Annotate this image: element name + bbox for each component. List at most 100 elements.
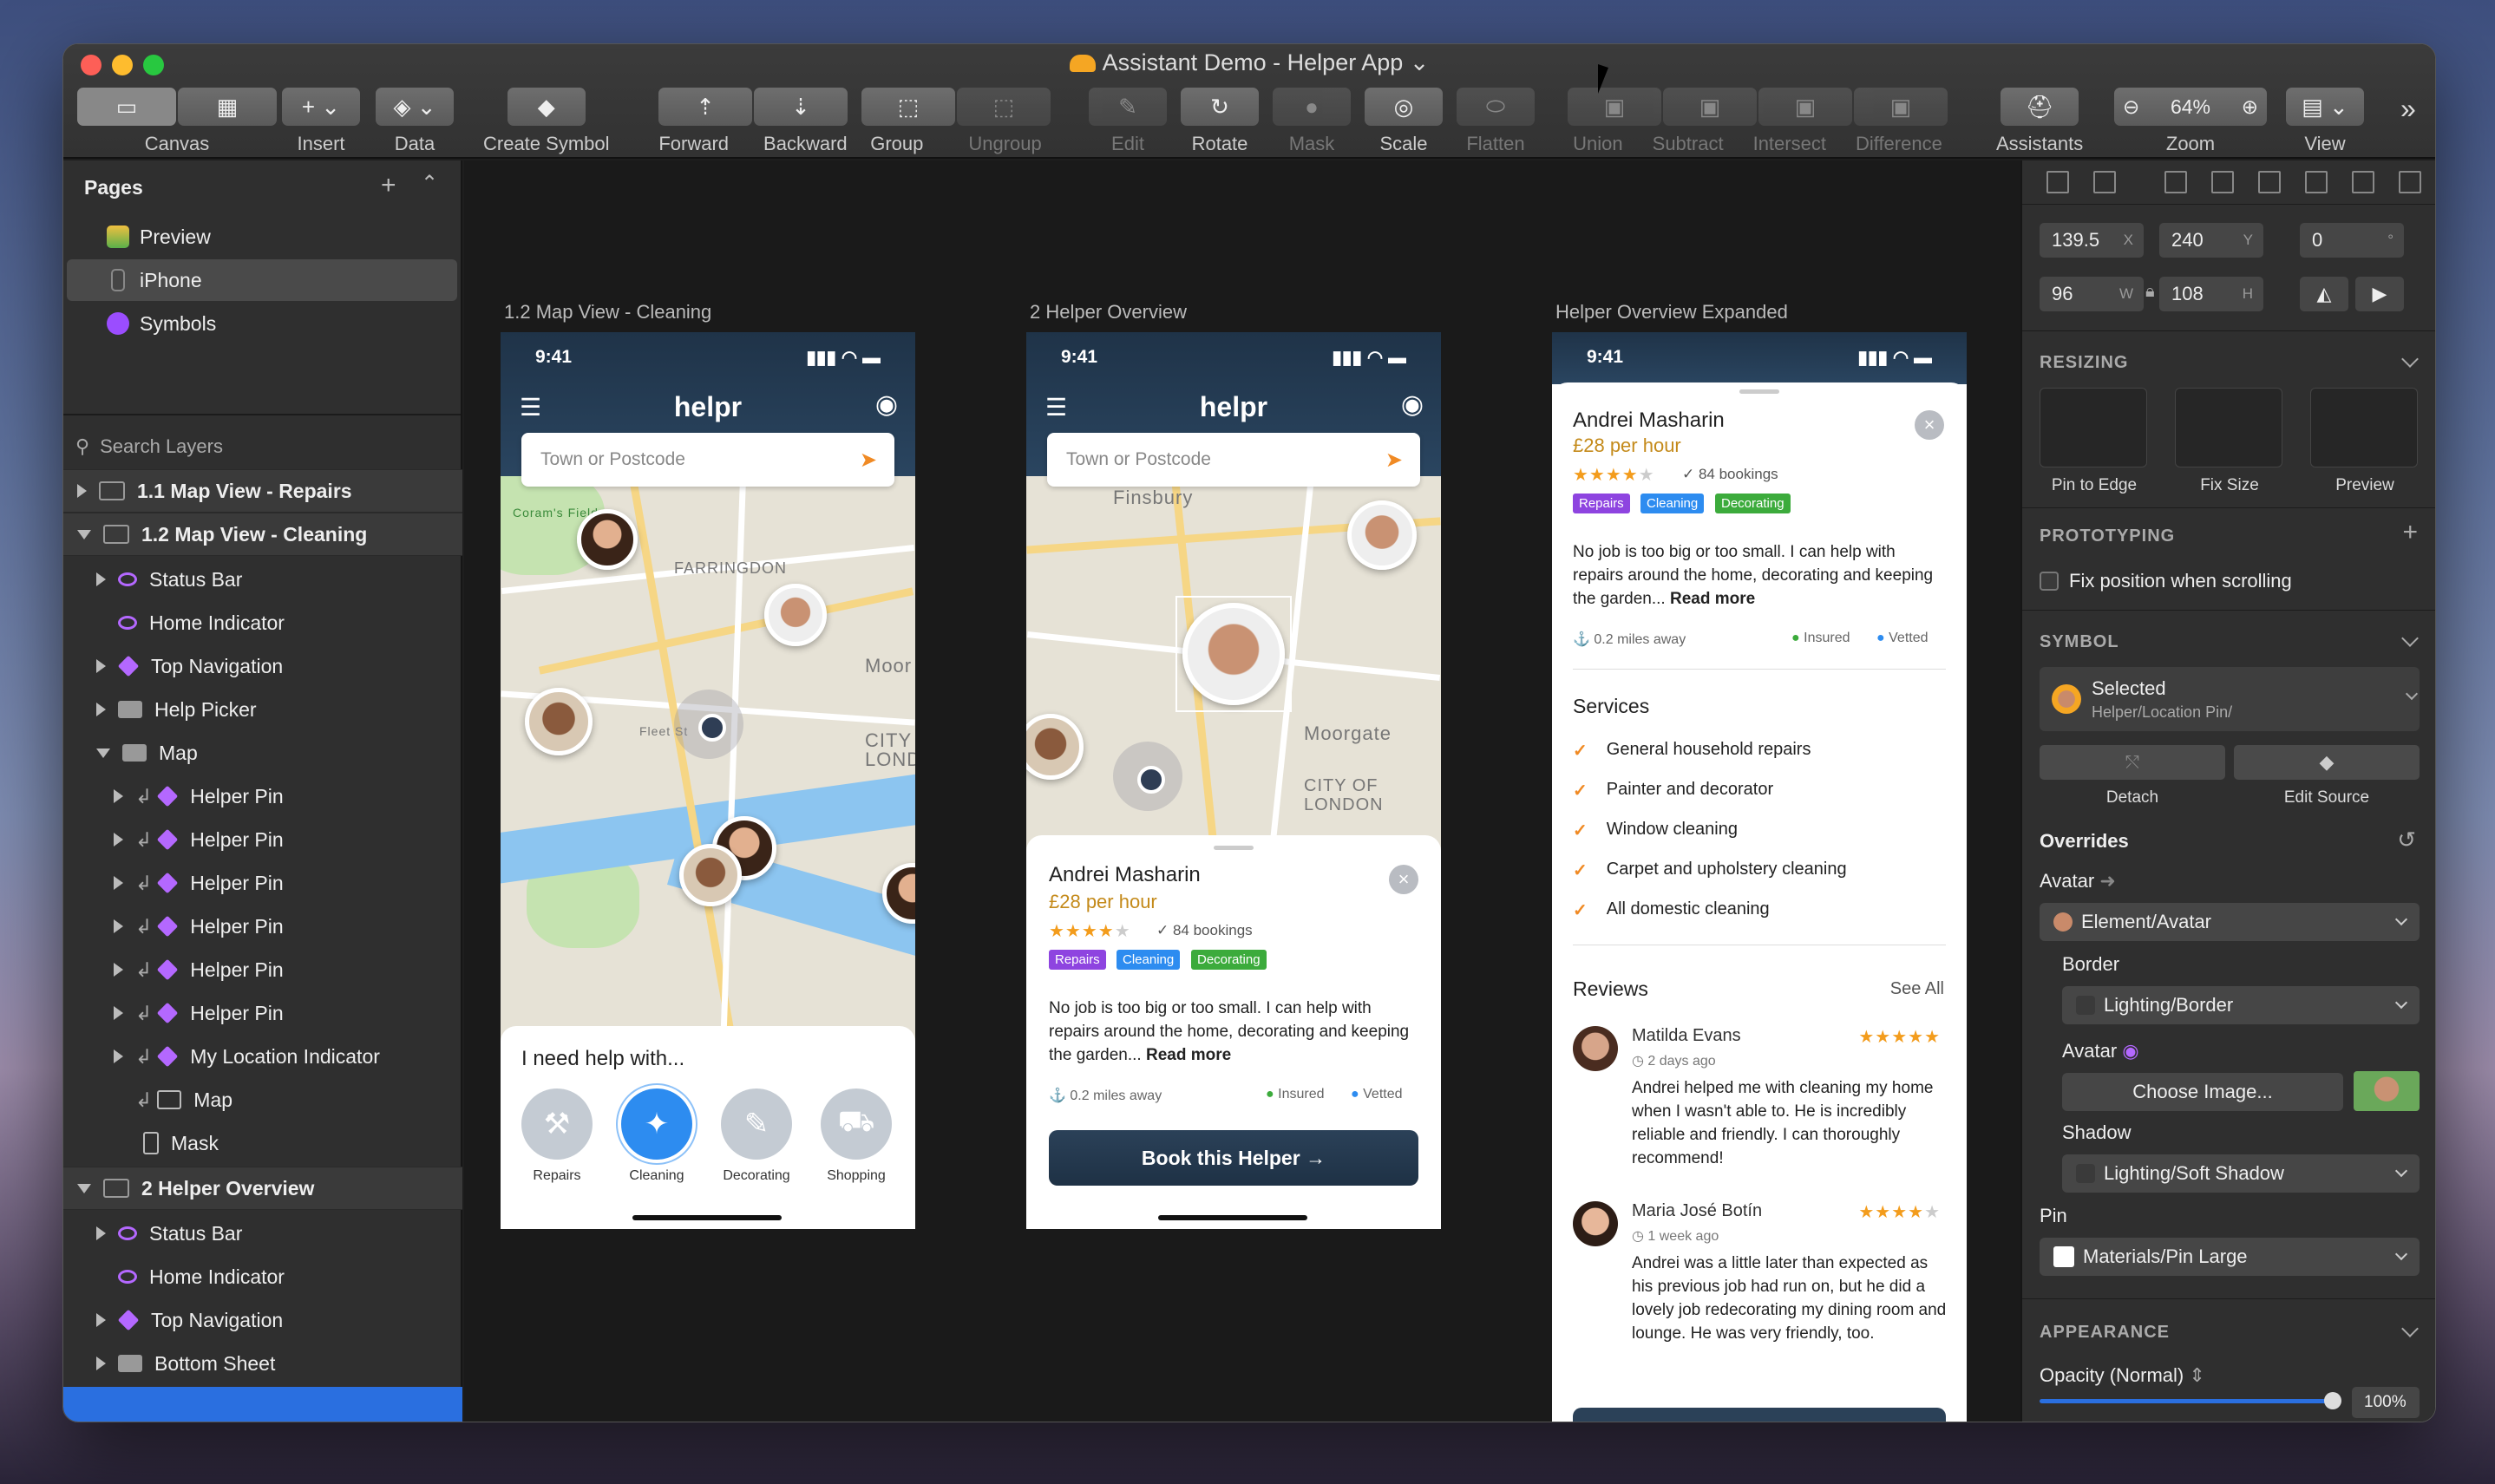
page-iphone[interactable]: iPhone [67, 259, 457, 301]
sheet-handle[interactable] [1214, 846, 1254, 850]
add-page-icon[interactable]: + [381, 171, 396, 200]
zoom-in-icon[interactable]: ⊕ [2242, 95, 2258, 119]
align-center-icon[interactable] [2352, 171, 2374, 193]
intersect-button[interactable]: ▣ [1758, 88, 1852, 126]
page-symbols[interactable]: Symbols [67, 303, 457, 344]
layer-row[interactable]: Map [63, 731, 462, 775]
artboard-helper-expanded[interactable]: 9:41 ▮▮▮ ◠ ▬ Andrei Masharin £28 per hour… [1552, 332, 1967, 1422]
helper-pin[interactable] [679, 844, 742, 906]
chevron-down-icon[interactable] [2401, 1320, 2419, 1337]
helper-pin[interactable] [577, 509, 638, 570]
canvas[interactable]: 1.2 Map View - Cleaning 2 Helper Overvie… [464, 160, 2020, 1422]
disclosure-icon[interactable] [114, 833, 123, 847]
disclosure-icon[interactable] [96, 659, 106, 673]
locate-arrow-icon[interactable]: ➤ [860, 448, 877, 473]
book-helper-button[interactable] [1573, 1408, 1946, 1422]
backward-button[interactable]: ⇣ [754, 88, 848, 126]
page-preview[interactable]: Preview [67, 216, 457, 258]
layer-row[interactable]: ↲ My Location Indicator [63, 1035, 462, 1078]
layer-row[interactable]: Top Navigation [63, 1298, 462, 1342]
close-icon[interactable]: × [1915, 410, 1944, 440]
artboard-title[interactable]: 1.2 Map View - Cleaning [504, 301, 711, 324]
layer-row[interactable]: Status Bar [63, 558, 462, 601]
disclosure-icon[interactable] [77, 1183, 91, 1193]
read-more-link[interactable]: Read more [1146, 1046, 1231, 1064]
flatten-button[interactable]: ⬭ [1457, 88, 1535, 126]
lock-icon[interactable]: 🔒︎ [2145, 282, 2155, 302]
layer-row[interactable]: Help Picker [63, 688, 462, 731]
category-cleaning[interactable]: ✦ Cleaning [618, 1088, 696, 1184]
scale-button[interactable]: ◎ [1365, 88, 1443, 126]
sheet-handle[interactable] [1739, 389, 1779, 394]
difference-button[interactable]: ▣ [1854, 88, 1948, 126]
book-helper-button[interactable]: Book this Helper → [1049, 1130, 1418, 1186]
rotation-field[interactable]: 0 ° [2300, 223, 2404, 258]
detach-button[interactable]: ⤲ [2040, 745, 2225, 780]
fix-scroll-checkbox[interactable] [2040, 572, 2059, 591]
shadow-override-dropdown[interactable]: Lighting/Soft Shadow [2062, 1154, 2420, 1193]
border-override-dropdown[interactable]: Lighting/Border [2062, 986, 2420, 1024]
pin-to-edge-control[interactable] [2040, 388, 2147, 467]
align-middle-icon[interactable] [2211, 171, 2234, 193]
align-bottom-icon[interactable] [2258, 171, 2281, 193]
group-button[interactable]: ⬚ [861, 88, 955, 126]
avatar-override-dropdown[interactable]: Element/Avatar [2040, 903, 2420, 941]
disclosure-icon[interactable] [114, 789, 123, 803]
layer-row[interactable]: ↲ Map [63, 1078, 462, 1121]
disclosure-icon[interactable] [96, 1313, 106, 1327]
my-location-indicator[interactable] [674, 690, 743, 759]
my-location-indicator[interactable] [1113, 742, 1182, 811]
height-field[interactable]: 108 H [2159, 277, 2263, 311]
helper-pin[interactable] [1026, 714, 1084, 780]
layer-row[interactable]: Top Navigation [63, 644, 462, 688]
edit-source-button[interactable]: ◆ [2234, 745, 2420, 780]
collapse-pages-icon[interactable]: ⌃ [421, 171, 438, 196]
edit-button[interactable]: ✎ [1089, 88, 1167, 126]
width-field[interactable]: 96 W [2040, 277, 2144, 311]
layer-search[interactable]: ⚲ Search Layers [75, 431, 457, 462]
location-search-input[interactable]: Town or Postcode ➤ [521, 433, 894, 487]
layer-row[interactable]: ↲ Helper Pin [63, 818, 462, 861]
disclosure-icon[interactable] [96, 1357, 106, 1370]
rotate-button[interactable]: ↻ [1181, 88, 1259, 126]
align-top-icon[interactable] [2164, 171, 2187, 193]
layer-row[interactable]: Mask [63, 1121, 462, 1165]
layer-artboard[interactable]: 2 Helper Overview [63, 1167, 462, 1210]
layer-row[interactable]: ↲ Helper Pin [63, 991, 462, 1035]
layer-row-selected[interactable] [63, 1387, 462, 1422]
helper-pin[interactable] [525, 688, 593, 755]
pin-override-dropdown[interactable]: Materials/Pin Large [2040, 1238, 2420, 1276]
opacity-slider[interactable] [2040, 1399, 2335, 1403]
data-button[interactable]: ◈ ⌄ [376, 88, 454, 126]
mask-button[interactable]: ● [1273, 88, 1351, 126]
category-shopping[interactable]: ⛟ Shopping [817, 1088, 895, 1184]
locate-arrow-icon[interactable]: ➤ [1385, 448, 1403, 473]
flip-horizontal-icon[interactable]: ◭ [2300, 277, 2348, 311]
align-right-icon[interactable] [2399, 171, 2421, 193]
artboard-title[interactable]: Helper Overview Expanded [1555, 301, 1788, 324]
see-all-link[interactable]: See All [1890, 979, 1944, 999]
layer-row[interactable]: ↲ Helper Pin [63, 948, 462, 991]
layer-row[interactable]: ↲ Helper Pin [63, 775, 462, 818]
reset-overrides-icon[interactable]: ↺ [2397, 827, 2416, 853]
category-repairs[interactable]: ⚒ Repairs [518, 1088, 596, 1184]
disclosure-icon[interactable] [96, 703, 106, 716]
helper-pin[interactable] [1347, 500, 1417, 570]
disclosure-icon[interactable] [114, 1049, 123, 1063]
view-button[interactable]: ▤ ⌄ [2286, 88, 2364, 126]
layer-row[interactable]: ↲ Helper Pin [63, 905, 462, 948]
layer-artboard[interactable]: 1.1 Map View - Repairs [63, 469, 462, 513]
disclosure-icon[interactable] [114, 919, 123, 933]
x-field[interactable]: 139.5 X [2040, 223, 2144, 258]
disclosure-icon[interactable] [96, 748, 110, 758]
zoom-out-icon[interactable]: ⊖ [2123, 95, 2139, 119]
helper-pin[interactable] [764, 584, 827, 646]
disclosure-icon[interactable] [114, 876, 123, 890]
chevron-down-icon[interactable] [2401, 630, 2419, 647]
layer-row[interactable]: Bottom Sheet [63, 1342, 462, 1385]
canvas-button[interactable]: ▭ [77, 88, 176, 126]
subtract-button[interactable]: ▣ [1663, 88, 1757, 126]
align-left-icon[interactable] [2046, 171, 2069, 193]
disclosure-icon[interactable] [114, 963, 123, 977]
layer-row[interactable]: Home Indicator [63, 601, 462, 644]
